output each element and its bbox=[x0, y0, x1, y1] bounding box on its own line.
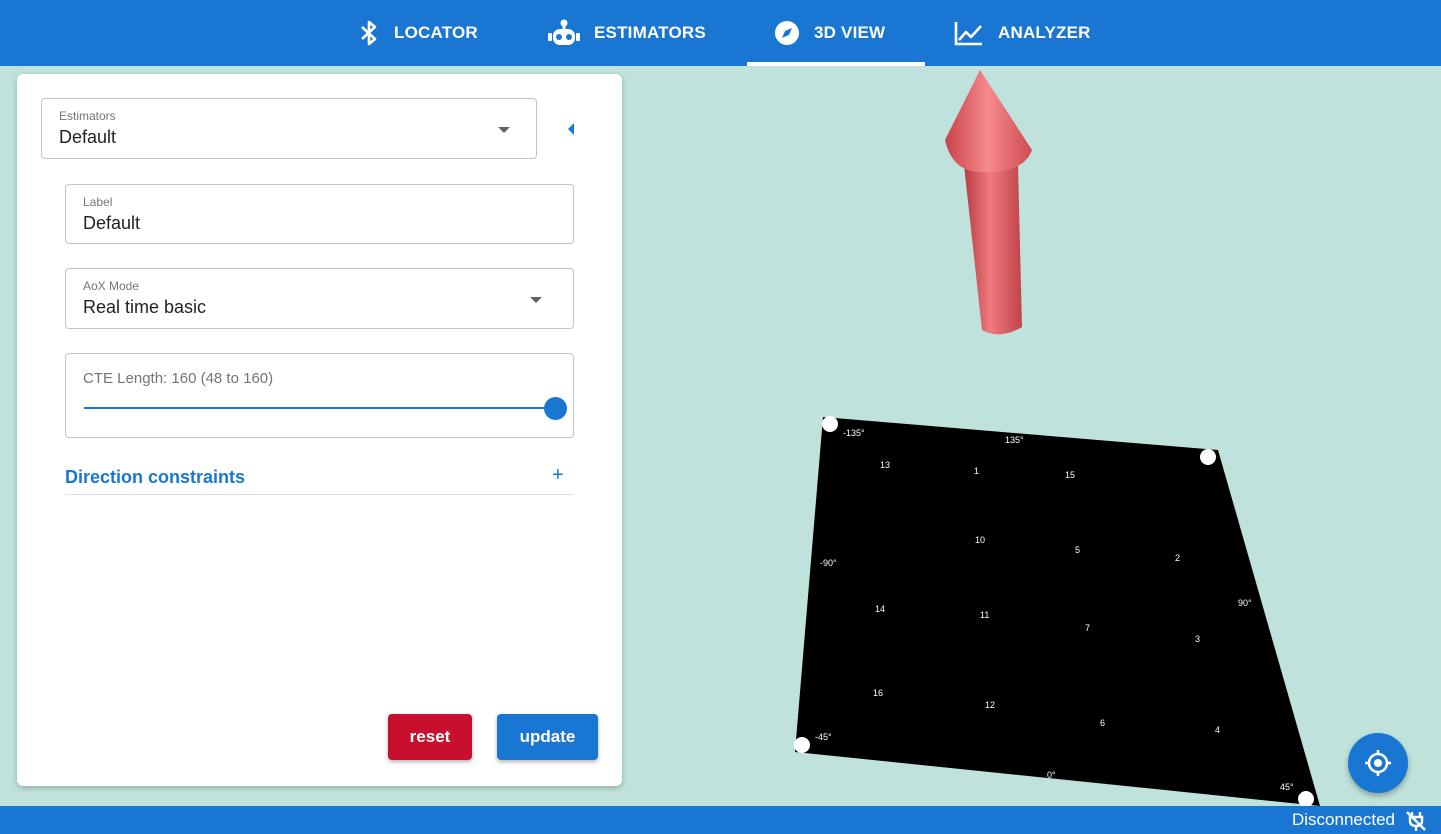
compass-icon bbox=[774, 20, 800, 46]
plug-off-icon[interactable] bbox=[1405, 810, 1427, 832]
robot-icon bbox=[548, 19, 580, 47]
label-field[interactable]: Label Default bbox=[65, 184, 574, 244]
tab-label: 3D VIEW bbox=[814, 23, 886, 42]
label-field-label: Label bbox=[83, 195, 113, 209]
tab-3d-view[interactable]: 3D VIEW bbox=[774, 0, 885, 66]
aox-mode-label: AoX Mode bbox=[83, 279, 140, 293]
chevron-down-icon bbox=[498, 127, 510, 133]
tab-label: ANALYZER bbox=[998, 23, 1091, 42]
expand-icon[interactable]: + bbox=[552, 464, 564, 487]
tab-label: LOCATOR bbox=[394, 23, 478, 42]
label-field-value: Default bbox=[83, 213, 141, 233]
cte-slider-thumb[interactable] bbox=[544, 397, 567, 420]
aox-mode-value: Real time basic bbox=[83, 297, 207, 317]
chevron-down-icon bbox=[530, 297, 542, 303]
update-button[interactable]: update bbox=[497, 714, 598, 760]
estimators-select-label: Estimators bbox=[59, 109, 116, 123]
estimators-select[interactable]: Estimators Default bbox=[41, 98, 537, 159]
tab-analyzer[interactable]: ANALYZER bbox=[954, 0, 1091, 66]
reset-button[interactable]: reset bbox=[388, 714, 472, 760]
top-nav-bar: LOCATOR ESTIMATORS 3D VIEW ANALYZER bbox=[0, 0, 1441, 66]
cte-length-box: CTE Length: 160 (48 to 160) bbox=[65, 353, 574, 438]
crosshair-icon bbox=[1365, 750, 1391, 776]
antenna-board bbox=[794, 416, 1320, 806]
tab-estimators[interactable]: ESTIMATORS bbox=[548, 0, 706, 66]
chart-line-icon bbox=[954, 20, 984, 46]
bluetooth-icon bbox=[358, 20, 380, 46]
tab-locator[interactable]: LOCATOR bbox=[358, 0, 478, 66]
aox-mode-select[interactable]: AoX Mode Real time basic bbox=[65, 268, 574, 329]
cte-slider-track[interactable] bbox=[84, 407, 556, 409]
estimators-select-value: Default bbox=[59, 127, 117, 147]
cte-length-label: CTE Length: 160 (48 to 160) bbox=[83, 370, 274, 387]
estimator-panel: Estimators Default Label Default AoX Mod… bbox=[17, 74, 622, 786]
collapse-panel-icon[interactable] bbox=[568, 123, 574, 135]
locate-fab[interactable] bbox=[1348, 733, 1408, 793]
divider bbox=[65, 494, 574, 495]
direction-constraints-header[interactable]: Direction constraints bbox=[65, 467, 245, 488]
status-bar: Disconnected bbox=[0, 806, 1441, 834]
direction-arrow bbox=[945, 70, 1032, 335]
tab-label: ESTIMATORS bbox=[594, 23, 706, 42]
connection-status: Disconnected bbox=[1291, 810, 1395, 829]
